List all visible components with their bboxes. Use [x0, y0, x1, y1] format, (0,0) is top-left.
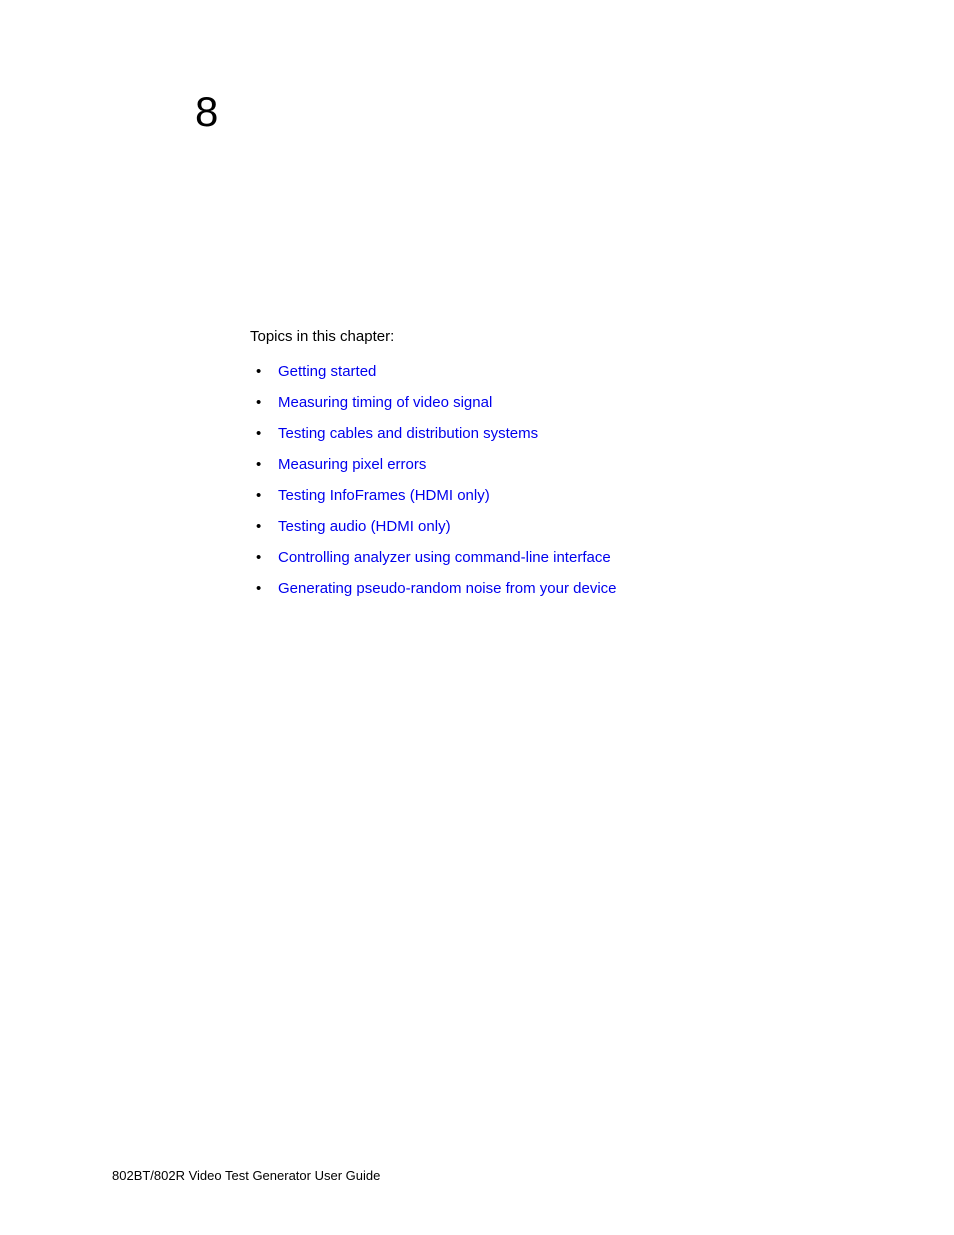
- topic-link-testing-audio[interactable]: Testing audio (HDMI only): [278, 518, 451, 535]
- bullet-icon: •: [250, 425, 278, 442]
- topic-item: • Testing cables and distribution system…: [250, 425, 850, 442]
- chapter-number: 8: [195, 88, 218, 136]
- topic-item: • Measuring timing of video signal: [250, 394, 850, 411]
- topic-item: • Generating pseudo-random noise from yo…: [250, 580, 850, 597]
- bullet-icon: •: [250, 518, 278, 535]
- topic-link-testing-cables[interactable]: Testing cables and distribution systems: [278, 425, 538, 442]
- topic-link-getting-started[interactable]: Getting started: [278, 363, 376, 380]
- bullet-icon: •: [250, 456, 278, 473]
- topic-link-measuring-pixel-errors[interactable]: Measuring pixel errors: [278, 456, 426, 473]
- bullet-icon: •: [250, 580, 278, 597]
- topic-link-controlling-analyzer[interactable]: Controlling analyzer using command-line …: [278, 549, 611, 566]
- bullet-icon: •: [250, 363, 278, 380]
- topic-item: • Testing audio (HDMI only): [250, 518, 850, 535]
- topic-link-testing-infoframes[interactable]: Testing InfoFrames (HDMI only): [278, 487, 490, 504]
- topic-item: • Controlling analyzer using command-lin…: [250, 549, 850, 566]
- bullet-icon: •: [250, 394, 278, 411]
- topic-list: • Getting started • Measuring timing of …: [250, 363, 850, 597]
- bullet-icon: •: [250, 487, 278, 504]
- topics-intro: Topics in this chapter:: [250, 328, 850, 345]
- topic-item: • Testing InfoFrames (HDMI only): [250, 487, 850, 504]
- topic-link-generating-noise[interactable]: Generating pseudo-random noise from your…: [278, 580, 617, 597]
- bullet-icon: •: [250, 549, 278, 566]
- topic-item: • Getting started: [250, 363, 850, 380]
- topic-item: • Measuring pixel errors: [250, 456, 850, 473]
- chapter-content: Topics in this chapter: • Getting starte…: [250, 328, 850, 611]
- topic-link-measuring-timing[interactable]: Measuring timing of video signal: [278, 394, 492, 411]
- page-footer: 802BT/802R Video Test Generator User Gui…: [112, 1168, 380, 1183]
